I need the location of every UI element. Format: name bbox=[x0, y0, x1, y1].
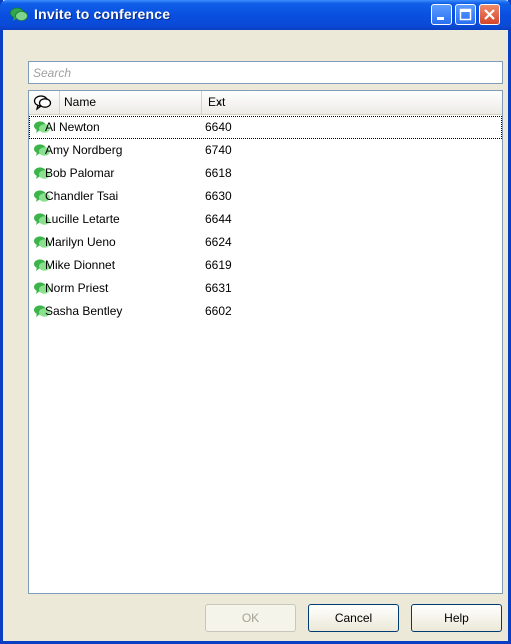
contact-ext: 6602 bbox=[205, 304, 232, 318]
ext-column-header[interactable]: Ext bbox=[201, 91, 502, 114]
name-column-label: Name bbox=[64, 95, 97, 109]
minimize-icon bbox=[437, 17, 444, 20]
contact-ext: 6644 bbox=[205, 212, 232, 226]
contact-ext: 6618 bbox=[205, 166, 232, 180]
list-item[interactable]: Bob Palomar 6618 bbox=[29, 162, 502, 185]
chat-bubbles-icon bbox=[10, 7, 28, 21]
ext-column-label: Ext bbox=[208, 95, 226, 109]
contact-name: Sasha Bentley bbox=[45, 304, 123, 318]
contact-name: Norm Priest bbox=[45, 281, 109, 295]
list-item[interactable]: Al Newton 6640 bbox=[29, 116, 502, 139]
contact-name: Chandler Tsai bbox=[45, 189, 119, 203]
contact-ext: 6624 bbox=[205, 235, 232, 249]
contact-name: Mike Dionnet bbox=[45, 258, 116, 272]
list-item[interactable]: Marilyn Ueno 6624 bbox=[29, 231, 502, 254]
contact-list[interactable]: Name ▲ Ext Al Newton 6640 Amy Nordberg 6… bbox=[28, 90, 503, 594]
maximize-icon bbox=[459, 8, 472, 21]
name-column-header[interactable]: Name ▲ bbox=[59, 91, 224, 114]
list-header: Name ▲ Ext bbox=[29, 91, 502, 115]
contact-ext: 6740 bbox=[205, 143, 232, 157]
contact-name: Marilyn Ueno bbox=[45, 235, 116, 249]
list-item[interactable]: Chandler Tsai 6630 bbox=[29, 185, 502, 208]
dialog-title: Invite to conference bbox=[34, 6, 171, 22]
contact-ext: 6631 bbox=[205, 281, 232, 295]
help-button[interactable]: Help bbox=[411, 604, 502, 632]
contact-ext: 6640 bbox=[205, 120, 232, 134]
list-item[interactable]: Sasha Bentley 6602 bbox=[29, 300, 502, 323]
contact-ext: 6619 bbox=[205, 258, 232, 272]
close-button[interactable] bbox=[479, 4, 500, 25]
chat-bubbles-outline-icon bbox=[33, 95, 52, 111]
contact-ext: 6630 bbox=[205, 189, 232, 203]
invite-dialog: Invite to conference Name ▲ bbox=[0, 0, 511, 644]
close-icon bbox=[484, 9, 495, 20]
contact-name: Al Newton bbox=[45, 120, 100, 134]
list-item[interactable]: Mike Dionnet 6619 bbox=[29, 254, 502, 277]
title-bar[interactable]: Invite to conference bbox=[0, 0, 511, 30]
search-input[interactable] bbox=[28, 61, 503, 84]
maximize-button[interactable] bbox=[455, 4, 476, 25]
ok-button[interactable]: OK bbox=[205, 604, 296, 632]
contact-name: Amy Nordberg bbox=[45, 143, 123, 157]
contact-name: Bob Palomar bbox=[45, 166, 115, 180]
list-item[interactable]: Amy Nordberg 6740 bbox=[29, 139, 502, 162]
contact-name: Lucille Letarte bbox=[45, 212, 120, 226]
minimize-button[interactable] bbox=[431, 4, 452, 25]
presence-column-header[interactable] bbox=[29, 91, 57, 114]
list-item[interactable]: Norm Priest 6631 bbox=[29, 277, 502, 300]
cancel-button[interactable]: Cancel bbox=[308, 604, 399, 632]
list-item[interactable]: Lucille Letarte 6644 bbox=[29, 208, 502, 231]
